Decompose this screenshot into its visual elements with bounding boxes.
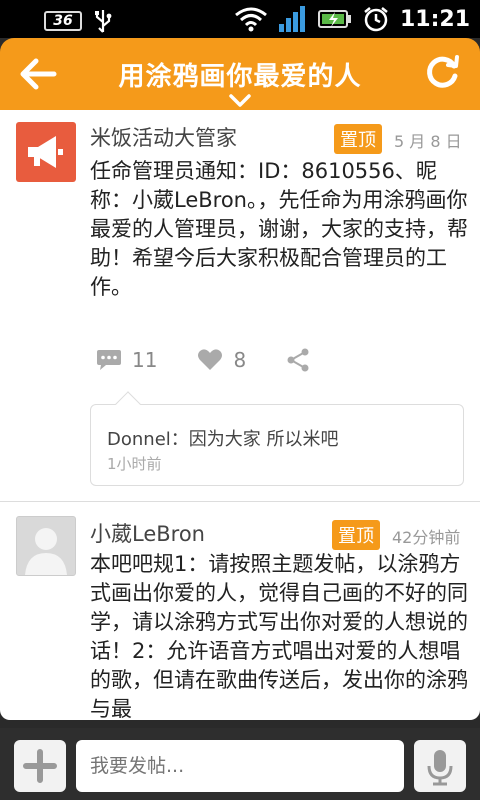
clock-time: 11:21 <box>399 6 470 32</box>
share-icon <box>287 348 309 372</box>
comment-preview[interactable]: Donnel：因为大家 所以米吧 1小时前 <box>90 391 464 486</box>
comment-icon <box>97 350 121 370</box>
like-count: 8 <box>233 348 247 372</box>
default-user-icon <box>25 528 67 575</box>
wifi-icon <box>235 7 267 32</box>
battery-small-icon: 36 <box>44 11 82 31</box>
voice-input-button[interactable] <box>414 740 466 792</box>
post-author[interactable]: 小葳LeBron <box>90 518 205 548</box>
share-button[interactable] <box>286 348 310 372</box>
app-header: 用涂鸦画你最爱的人 <box>0 38 480 110</box>
comment-count: 11 <box>132 348 158 372</box>
post-time: 42分钟前 <box>392 528 461 547</box>
alarm-icon <box>364 7 388 32</box>
pinned-badge: 置顶 <box>332 520 380 550</box>
pinned-badge: 置顶 <box>334 124 382 154</box>
comment-text: Donnel：因为大家 所以米吧 <box>107 429 339 450</box>
post-body[interactable]: 本吧吧规1：请按照主题发帖，以涂鸦方式画出你爱的人，觉得自己画的不好的同学，请以… <box>90 550 470 718</box>
avatar[interactable] <box>16 122 76 182</box>
status-bar: 36 11:21 <box>0 0 480 38</box>
battery-icon <box>317 10 351 28</box>
megaphone-icon <box>28 136 63 168</box>
compose-bar <box>0 728 480 800</box>
post-actions: 11 8 <box>96 348 350 372</box>
avatar[interactable] <box>16 516 76 576</box>
comment-pointer <box>115 391 141 417</box>
post-author[interactable]: 米饭活动大管家 <box>90 122 237 152</box>
post-item[interactable]: 小葳LeBron 置顶 42分钟前 本吧吧规1：请按照主题发帖，以涂鸦方式画出你… <box>0 502 480 720</box>
plus-icon <box>23 749 57 783</box>
post-body[interactable]: 任命管理员通知：ID：8610556、昵称：小葳LeBron。，先任命为用涂鸦画… <box>90 157 470 332</box>
usb-icon <box>95 10 112 33</box>
compose-input[interactable] <box>76 740 404 792</box>
post-time: 5 月 8 日 <box>394 132 462 151</box>
comment-time: 1小时前 <box>107 455 162 473</box>
heart-icon <box>198 349 223 370</box>
add-attachment-button[interactable] <box>14 740 66 792</box>
post-list[interactable]: 米饭活动大管家 置顶 5 月 8 日 任命管理员通知：ID：8610556、昵称… <box>0 110 480 720</box>
comment-button[interactable]: 11 <box>96 348 157 372</box>
page-title: 用涂鸦画你最爱的人 <box>118 62 362 92</box>
signal-icon <box>278 6 305 32</box>
like-button[interactable]: 8 <box>197 348 246 372</box>
microphone-icon <box>427 750 453 786</box>
refresh-icon[interactable] <box>422 52 462 92</box>
battery-level: 36 <box>53 13 73 29</box>
post-item[interactable]: 米饭活动大管家 置顶 5 月 8 日 任命管理员通知：ID：8610556、昵称… <box>0 110 480 502</box>
chevron-down-icon[interactable] <box>228 94 252 108</box>
